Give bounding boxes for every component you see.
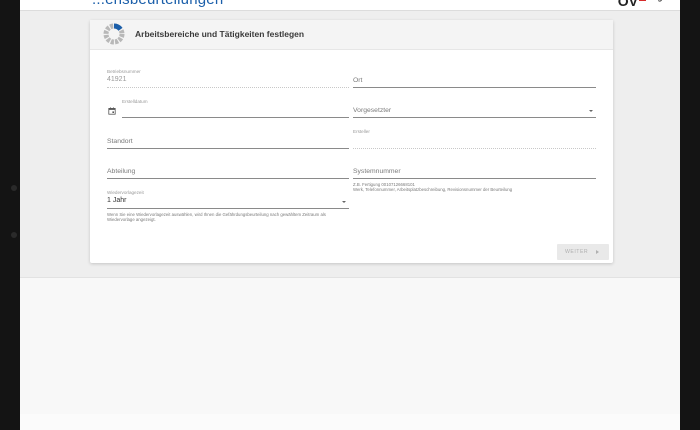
next-button-label: WEITER [565, 249, 589, 255]
betriebsnummer-value: 41921 [107, 76, 127, 83]
field-underline [353, 178, 596, 179]
systemnummer-hint: Z.B. Fertigung 00107126668101 Werk, Telef… [353, 182, 568, 192]
app-title: ...ensbeurteilungen [92, 0, 223, 8]
field-underline [107, 148, 349, 149]
device-dot [11, 232, 17, 238]
betriebsnummer-label: Betriebsnummer [107, 69, 141, 74]
brand-mark: OV [617, 0, 638, 9]
systemnummer-hint-text: Z.B. Fertigung 00107126668101 Werk, Telef… [353, 182, 513, 193]
device-dot [11, 185, 17, 191]
wiedervorlagezeit-label: Wiedervorlagezeit [107, 190, 144, 195]
standort-field[interactable]: Standort [107, 130, 349, 150]
field-underline [107, 178, 349, 179]
ort-field[interactable]: Ort [353, 69, 596, 89]
card-header: Arbeitsbereiche und Tätigkeiten festlege… [90, 20, 613, 50]
field-underline [353, 148, 596, 149]
wiedervorlagezeit-hint-text: Wenn Sie eine Wiedervorlagezeit auswähle… [107, 212, 326, 223]
erstelldatum-label: Erstelldatum [122, 99, 148, 104]
field-underline [122, 117, 349, 118]
chevron-down-icon [342, 201, 346, 203]
chevron-right-icon [596, 250, 599, 254]
chevron-down-icon [589, 110, 593, 112]
wiedervorlagezeit-hint: Wenn Sie eine Wiedervorlagezeit auswähle… [107, 212, 352, 222]
abteilung-field[interactable]: Abteilung [107, 160, 349, 180]
brand-red-block [639, 0, 646, 1]
wiedervorlagezeit-value: 1 Jahr [107, 197, 127, 204]
next-button[interactable]: WEITER [557, 244, 609, 260]
vorgesetzter-select[interactable]: Vorgesetzter [353, 99, 596, 119]
footer-strip [20, 414, 680, 430]
calendar-icon[interactable] [108, 107, 116, 115]
top-bar: ...ensbeurteilungen OV digital [20, 0, 680, 11]
systemnummer-field[interactable]: Systemnummer [353, 160, 596, 180]
systemnummer-placeholder: Systemnummer [353, 168, 401, 175]
brand-suffix: digital [650, 0, 674, 2]
progress-ring-icon [103, 23, 125, 45]
form-card: Arbeitsbereiche und Tätigkeiten festlege… [90, 20, 613, 263]
ort-placeholder: Ort [353, 77, 363, 84]
ersteller-field[interactable]: Ersteller [353, 129, 596, 149]
standort-placeholder: Standort [107, 138, 133, 145]
field-underline [107, 87, 349, 88]
vorgesetzter-placeholder: Vorgesetzter [353, 107, 392, 114]
field-underline [353, 87, 596, 88]
field-underline [353, 117, 596, 118]
erstelldatum-field[interactable]: Erstelldatum [122, 99, 349, 119]
ersteller-label: Ersteller [353, 129, 370, 134]
brand-logo: OV digital [616, 0, 676, 10]
field-underline [107, 208, 349, 209]
card-title: Arbeitsbereiche und Tätigkeiten festlege… [135, 29, 305, 39]
wiedervorlagezeit-select[interactable]: Wiedervorlagezeit 1 Jahr [107, 190, 349, 210]
abteilung-placeholder: Abteilung [107, 168, 136, 175]
page-background-lower [20, 277, 680, 430]
betriebsnummer-field[interactable]: Betriebsnummer 41921 [107, 69, 349, 89]
screen: ...ensbeurteilungen OV digital Arbeitsbe… [20, 0, 680, 430]
